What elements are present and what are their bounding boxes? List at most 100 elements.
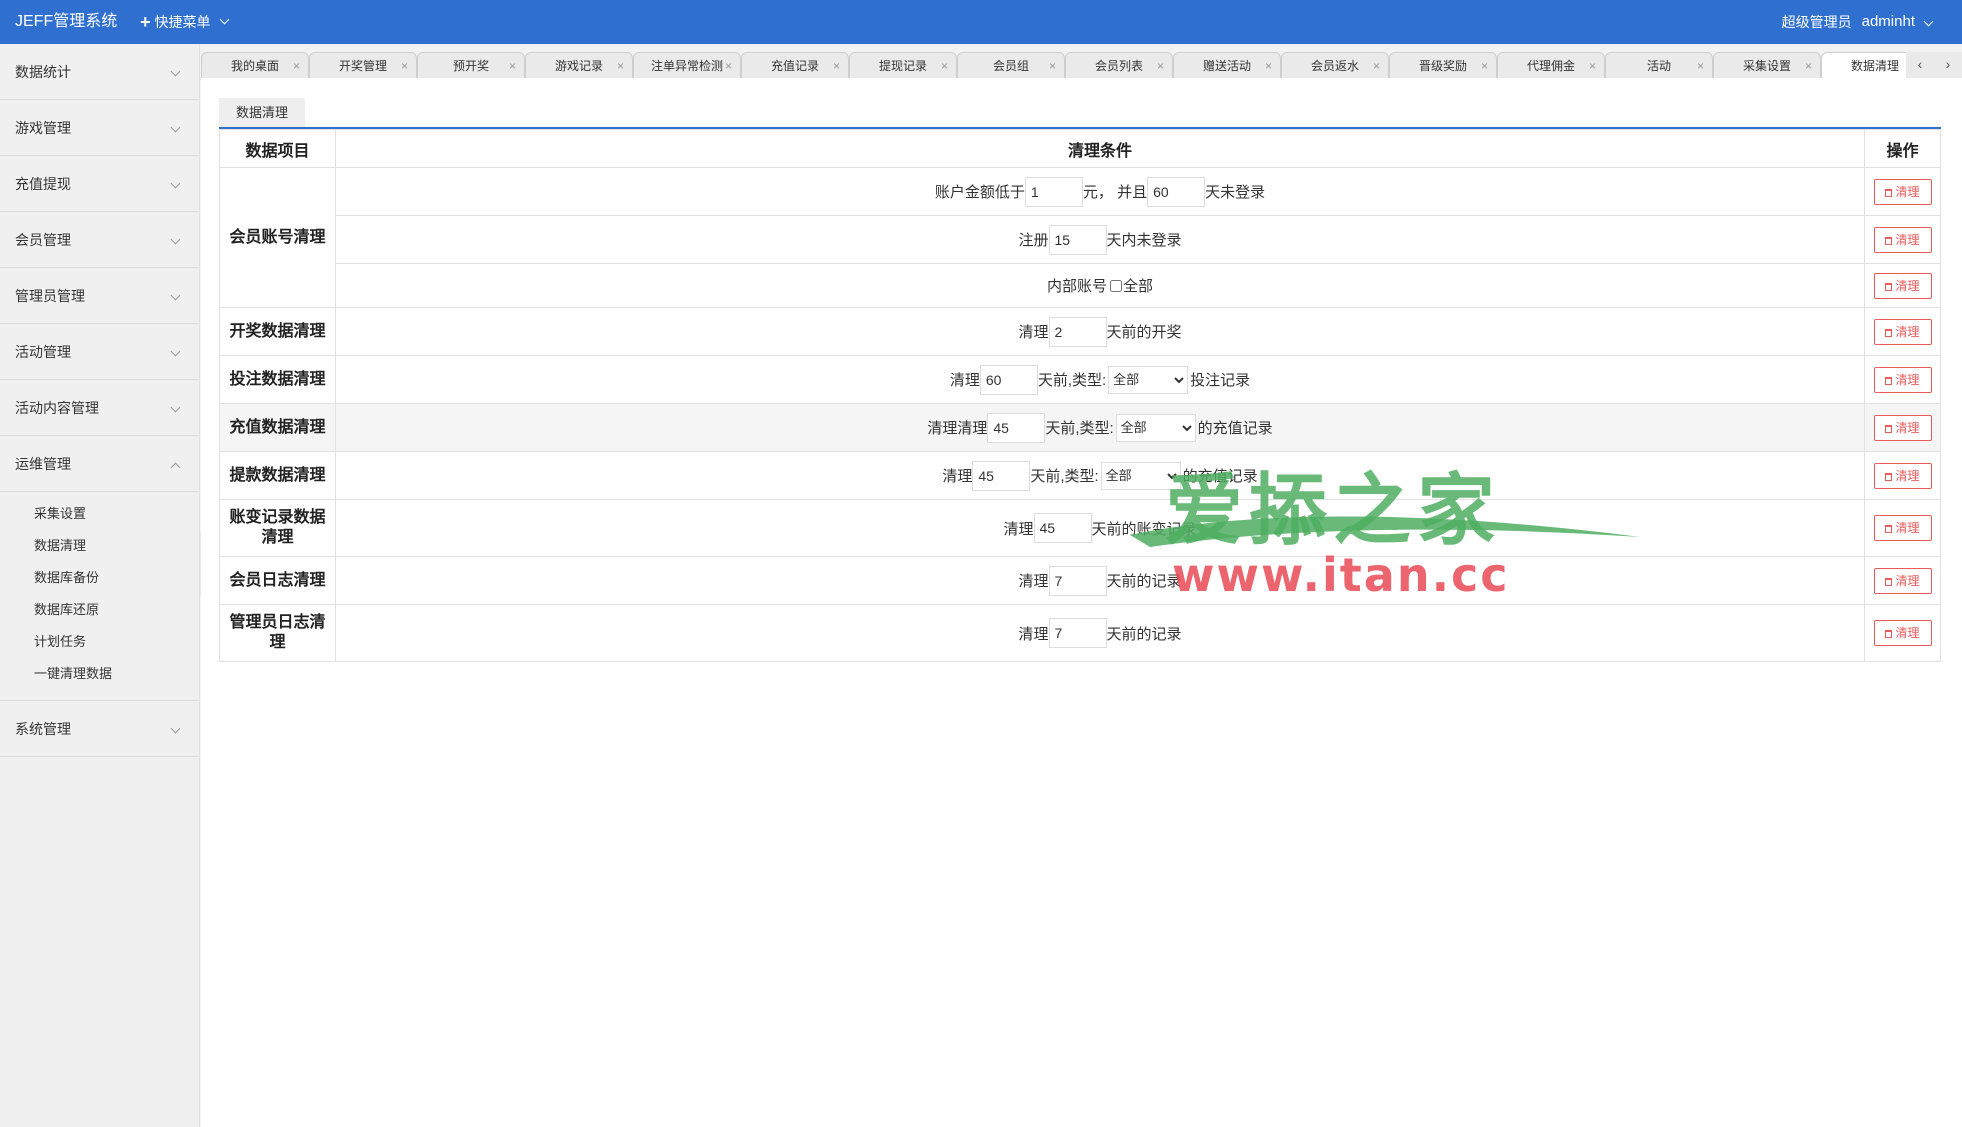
op-cell: 清理	[1864, 355, 1941, 404]
sidebar-item-db-restore[interactable]: 数据库还原	[0, 594, 199, 626]
clean-button[interactable]: 清理	[1873, 178, 1932, 205]
close-icon[interactable]: ×	[617, 53, 624, 79]
sidebar-item-collect-settings[interactable]: 采集设置	[0, 498, 199, 530]
sidebar-group-label: 系统管理	[15, 721, 71, 737]
tab-item[interactable]: 会员返水 ×	[1281, 52, 1389, 78]
chevron-up-icon	[170, 462, 181, 473]
row-label-member-log: 会员日志清理	[219, 556, 336, 605]
quick-menu-button[interactable]: + 快捷菜单	[140, 0, 229, 44]
days-input[interactable]	[1048, 565, 1107, 596]
type-select[interactable]: 全部	[1115, 413, 1196, 442]
tab-item[interactable]: 活动 ×	[1605, 52, 1713, 78]
amount-input[interactable]	[1024, 176, 1083, 207]
sidebar-group-stats[interactable]: 数据统计	[0, 44, 199, 100]
close-icon[interactable]: ×	[1805, 53, 1812, 79]
days-input[interactable]	[972, 460, 1031, 491]
close-icon[interactable]: ×	[1373, 53, 1380, 79]
clean-button[interactable]: 清理	[1873, 567, 1932, 594]
close-icon[interactable]: ×	[1481, 53, 1488, 79]
tab-item[interactable]: 赠送活动 ×	[1173, 52, 1281, 78]
sidebar-group-recharge[interactable]: 充值提现	[0, 156, 199, 212]
type-select[interactable]: 全部	[1108, 365, 1189, 394]
tab-list: 我的桌面 × 开奖管理 × 预开奖 × 游戏记录 × 注单异常检测 × 充值记录 × 提现记…	[201, 52, 1929, 78]
close-icon[interactable]: ×	[1157, 53, 1164, 79]
tab-item[interactable]: 游戏记录 ×	[525, 52, 633, 78]
tab-item[interactable]: 注单异常检测 ×	[633, 52, 741, 78]
sidebar-item-one-click-cleanup[interactable]: 一键清理数据	[0, 658, 199, 690]
tab-item[interactable]: 预开奖 ×	[417, 52, 525, 78]
sidebar-group-label: 会员管理	[15, 232, 71, 248]
sidebar-group-games[interactable]: 游戏管理	[0, 100, 199, 156]
tab-label: 活动	[1646, 59, 1671, 73]
condition-text: 清理清理	[927, 420, 988, 437]
clean-button[interactable]: 清理	[1873, 620, 1932, 646]
days-input[interactable]	[987, 412, 1046, 443]
tab-item[interactable]: 晋级奖励 ×	[1389, 52, 1497, 78]
days-input[interactable]	[1048, 618, 1107, 648]
cleanup-table: 数据项目 清理条件 操作 会员账号清理 账户金额低于 元， 并且 天未登录	[219, 129, 1941, 662]
tab-item[interactable]: 采集设置 ×	[1713, 52, 1821, 78]
tab-label: 预开奖	[452, 59, 489, 73]
days-input[interactable]	[1147, 176, 1206, 207]
clean-button[interactable]: 清理	[1873, 414, 1932, 441]
sidebar-group-activities[interactable]: 活动管理	[0, 324, 199, 380]
sidebar-item-data-cleanup[interactable]: 数据清理	[0, 530, 199, 562]
tab-scroll-right-icon[interactable]: ›	[1934, 52, 1962, 78]
sidebar-group-ops[interactable]: 运维管理	[0, 436, 199, 492]
condition-text: 账户金额低于	[934, 184, 1025, 201]
close-icon[interactable]: ×	[1265, 53, 1272, 79]
close-icon[interactable]: ×	[293, 53, 300, 79]
op-cell: 清理	[1864, 451, 1941, 500]
close-icon[interactable]: ×	[509, 53, 516, 79]
tab-item[interactable]: 我的桌面 ×	[201, 52, 309, 78]
clean-button[interactable]: 清理	[1873, 226, 1932, 253]
condition-cell: 清理清理 天前,类型: 全部 的充值记录	[335, 403, 1865, 452]
sidebar-group-activity-content[interactable]: 活动内容管理	[0, 380, 199, 436]
tab-item[interactable]: 代理佣金 ×	[1497, 52, 1605, 78]
days-input[interactable]	[1033, 513, 1092, 543]
sidebar-item-scheduled-tasks[interactable]: 计划任务	[0, 626, 199, 658]
checkbox-label: 全部	[1123, 278, 1154, 295]
clean-button-label: 清理	[1895, 626, 1920, 640]
condition-text: 天前的记录	[1106, 573, 1182, 590]
sidebar-group-system[interactable]: 系统管理	[0, 701, 199, 757]
close-icon[interactable]: ×	[1697, 53, 1704, 79]
row-label-admin-log: 管理员日志清理	[219, 604, 336, 662]
days-input[interactable]	[979, 364, 1038, 395]
tab-item[interactable]: 开奖管理 ×	[309, 52, 417, 78]
trash-icon	[1885, 424, 1893, 433]
days-input[interactable]	[1048, 224, 1107, 255]
tab-scroll-left-icon[interactable]: ‹	[1906, 52, 1934, 78]
op-cell: 清理	[1864, 604, 1941, 662]
tab-label: 晋级奖励	[1418, 59, 1467, 73]
tab-bar: 我的桌面 × 开奖管理 × 预开奖 × 游戏记录 × 注单异常检测 × 充值记录 × 提现记…	[201, 52, 1962, 78]
sidebar-group-members[interactable]: 会员管理	[0, 212, 199, 268]
clean-button[interactable]: 清理	[1873, 462, 1932, 489]
quick-menu-label: 快捷菜单	[154, 14, 211, 30]
close-icon[interactable]: ×	[1589, 53, 1596, 79]
close-icon[interactable]: ×	[1049, 53, 1056, 79]
app-brand[interactable]: JEFF管理系统	[15, 0, 117, 44]
user-menu[interactable]: 超级管理员 adminht	[1782, 0, 1934, 44]
condition-text: 注册	[1018, 232, 1049, 249]
close-icon[interactable]: ×	[941, 53, 948, 79]
clean-button[interactable]: 清理	[1873, 318, 1932, 345]
sidebar-group-admins[interactable]: 管理员管理	[0, 268, 199, 324]
days-input[interactable]	[1048, 316, 1107, 347]
tab-item[interactable]: 提现记录 ×	[849, 52, 957, 78]
sidebar-item-db-backup[interactable]: 数据库备份	[0, 562, 199, 594]
trash-icon	[1885, 472, 1893, 481]
clean-button[interactable]: 清理	[1873, 272, 1932, 299]
tab-item[interactable]: 会员组 ×	[957, 52, 1065, 78]
close-icon[interactable]: ×	[401, 53, 408, 79]
chevron-down-icon	[170, 402, 181, 413]
close-icon[interactable]: ×	[725, 53, 732, 79]
tab-item[interactable]: 会员列表 ×	[1065, 52, 1173, 78]
subtab-data-cleanup[interactable]: 数据清理	[219, 98, 305, 127]
close-icon[interactable]: ×	[833, 53, 840, 79]
chevron-down-icon	[170, 346, 181, 357]
clean-button[interactable]: 清理	[1873, 366, 1932, 393]
clean-button[interactable]: 清理	[1873, 515, 1932, 541]
internal-all-checkbox[interactable]	[1110, 279, 1122, 292]
tab-item[interactable]: 充值记录 ×	[741, 52, 849, 78]
